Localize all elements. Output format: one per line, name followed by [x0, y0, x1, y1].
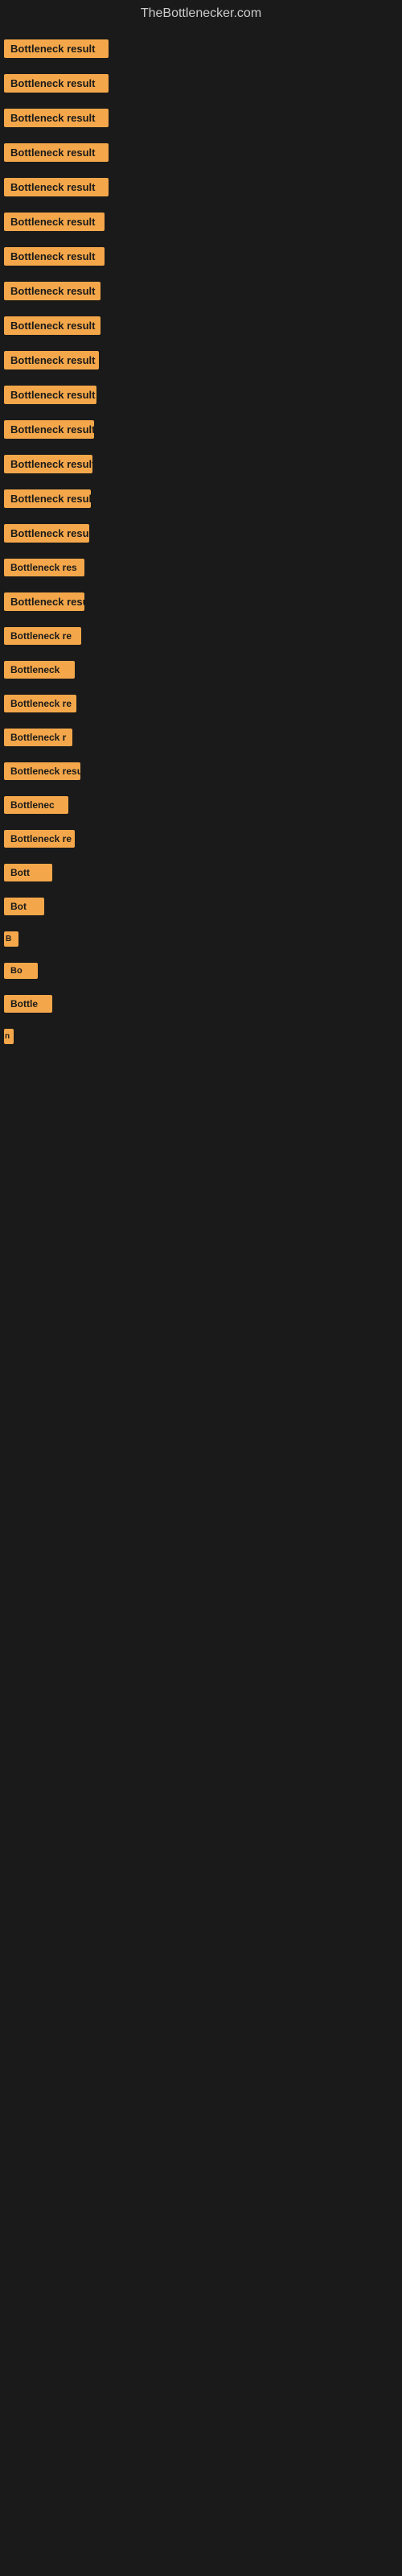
bottleneck-result-item[interactable]: Bottleneck result	[4, 282, 100, 300]
bottleneck-result-item[interactable]: Bottleneck result	[4, 39, 109, 58]
bottleneck-result-item[interactable]: Bottleneck res	[4, 559, 84, 576]
bottleneck-result-item[interactable]: Bottleneck result	[4, 247, 105, 266]
bottleneck-result-item[interactable]: B	[4, 931, 18, 947]
bottleneck-result-item[interactable]: Bottleneck result	[4, 386, 96, 404]
bottleneck-result-item[interactable]: Bottleneck result	[4, 178, 109, 196]
bottleneck-result-item[interactable]: Bottlenec	[4, 796, 68, 814]
bottleneck-result-item[interactable]: Bottleneck result	[4, 109, 109, 127]
bottleneck-result-item[interactable]: Bot	[4, 898, 44, 915]
bottleneck-result-item[interactable]: n	[4, 1029, 14, 1044]
bottleneck-result-item[interactable]: Bottleneck re	[4, 695, 76, 712]
bottleneck-result-item[interactable]: Bottleneck resu	[4, 762, 80, 780]
bottleneck-result-item[interactable]: Bottleneck result	[4, 213, 105, 231]
bottleneck-result-item[interactable]: Bottleneck result	[4, 524, 89, 543]
bottleneck-result-item[interactable]: Bottleneck re	[4, 830, 75, 848]
bottleneck-result-item[interactable]: Bottle	[4, 995, 52, 1013]
bottleneck-result-item[interactable]: Bottleneck r	[4, 729, 72, 746]
bottleneck-result-item[interactable]: Bottleneck result	[4, 592, 84, 611]
bottleneck-result-item[interactable]: Bottleneck result	[4, 489, 91, 508]
bottleneck-result-item[interactable]: Bottleneck	[4, 661, 75, 679]
bottleneck-items-list: Bottleneck result Bottleneck result Bottle…	[0, 27, 402, 1056]
bottleneck-result-item[interactable]: Bottleneck result	[4, 316, 100, 335]
bottleneck-result-item[interactable]: Bottleneck result	[4, 455, 92, 473]
bottleneck-result-item[interactable]: Bottleneck result	[4, 420, 94, 439]
bottleneck-result-item[interactable]: Bottleneck result	[4, 74, 109, 93]
bottleneck-result-item[interactable]: Bott	[4, 864, 52, 881]
bottleneck-result-item[interactable]: Bo	[4, 963, 38, 979]
bottleneck-result-item[interactable]: Bottleneck result	[4, 143, 109, 162]
bottleneck-result-item[interactable]: Bottleneck re	[4, 627, 81, 645]
site-title: TheBottlenecker.com	[0, 0, 402, 27]
bottleneck-result-item[interactable]: Bottleneck result	[4, 351, 99, 369]
